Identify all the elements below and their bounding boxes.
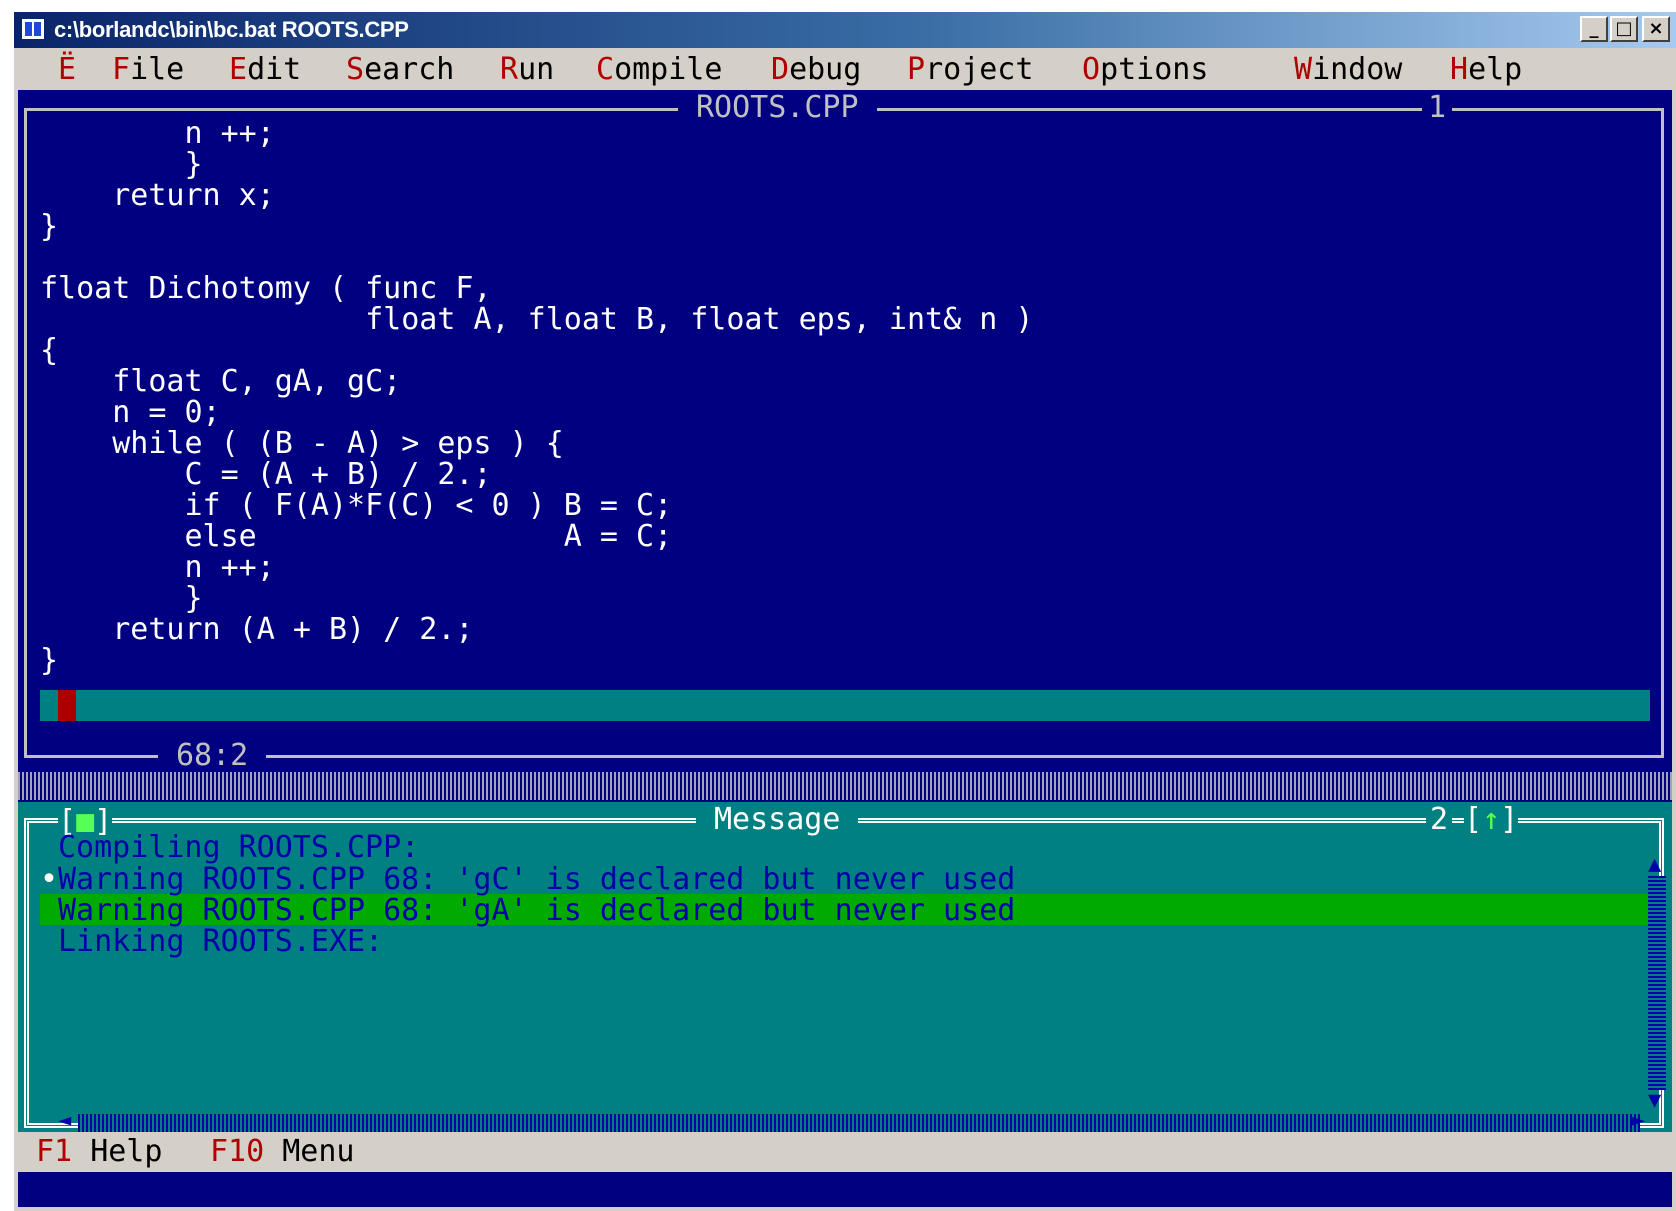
menu-window-label: indow xyxy=(1312,52,1403,87)
current-line-highlight xyxy=(40,690,1650,721)
code-line: n ++; xyxy=(40,116,275,151)
message-title: Message xyxy=(696,802,859,837)
menu-search[interactable]: Search xyxy=(346,52,454,87)
menu-run-label: un xyxy=(518,52,555,87)
menu-file[interactable]: File xyxy=(112,52,184,87)
code-line: return (A + B) / 2.; xyxy=(40,612,474,647)
horizontal-scrollbar[interactable] xyxy=(78,1114,1640,1132)
menu-compile-label: ompile xyxy=(614,52,723,87)
code-line: C = (A + B) / 2.; xyxy=(40,457,492,492)
menu-project-label: roject xyxy=(925,52,1034,87)
menu-compile-hotkey: C xyxy=(596,52,615,87)
status-menu-label: Menu xyxy=(282,1134,355,1169)
close-button[interactable]: × xyxy=(1642,16,1670,42)
code-line: float A, float B, float eps, int& n ) xyxy=(40,302,1034,337)
menu-compile[interactable]: Compile xyxy=(596,52,722,87)
system-menu[interactable]: Ë xyxy=(58,52,76,87)
status-help-key: F1 xyxy=(36,1134,73,1169)
message-line[interactable]: Compiling ROOTS.CPP: xyxy=(58,830,419,865)
editor-window[interactable]: ROOTS.CPP 1 n ++; } return x; } float Di… xyxy=(18,90,1672,773)
maximize-button[interactable]: □ xyxy=(1610,16,1638,42)
menu-options-label: ptions xyxy=(1100,52,1209,87)
menu-debug[interactable]: Debug xyxy=(771,52,861,87)
code-line: else A = C; xyxy=(40,519,673,554)
code-line: } xyxy=(40,581,203,616)
menu-edit[interactable]: Edit xyxy=(229,52,301,87)
code-line: if ( F(A)*F(C) < 0 ) B = C; xyxy=(40,488,673,523)
status-menu-key: F10 xyxy=(210,1134,265,1169)
menu-run-hotkey: R xyxy=(500,52,519,87)
code-line: } xyxy=(40,147,203,182)
menu-options[interactable]: Options xyxy=(1082,52,1208,87)
code-line: } xyxy=(40,209,59,244)
zoom-box[interactable]: [↑] xyxy=(1464,802,1519,837)
menu-options-hotkey: O xyxy=(1082,52,1101,87)
scroll-down-arrow-icon[interactable]: ▼ xyxy=(1648,1088,1661,1113)
code-line: { xyxy=(40,333,59,368)
message-line-selected[interactable]: Warning ROOTS.CPP 68: 'gC' is declared b… xyxy=(58,862,1015,897)
code-line: float Dichotomy ( func F, xyxy=(40,271,492,306)
menu-search-hotkey: S xyxy=(346,52,365,87)
menu-edit-label: dit xyxy=(247,52,302,87)
menu-run[interactable]: Run xyxy=(500,52,554,87)
menu-debug-label: ebug xyxy=(789,52,862,87)
status-bar: F1 Help F10 Menu xyxy=(18,1132,1672,1172)
scroll-left-arrow-icon[interactable]: ◄ xyxy=(58,1108,71,1133)
code-line: n ++; xyxy=(40,550,275,585)
menu-window-hotkey: W xyxy=(1294,52,1313,87)
scroll-right-arrow-icon[interactable]: ► xyxy=(1632,1108,1645,1133)
message-window-number: 2 xyxy=(1426,802,1453,837)
vertical-scrollbar[interactable] xyxy=(1648,876,1666,1090)
menu-window[interactable]: Window xyxy=(1294,52,1402,87)
minimize-button[interactable]: _ xyxy=(1580,16,1608,42)
menu-help-label: elp xyxy=(1468,52,1523,87)
menu-edit-hotkey: E xyxy=(229,52,248,87)
message-line[interactable]: Linking ROOTS.EXE: xyxy=(58,924,383,959)
message-window[interactable]: [■] Message 2 [↑] Compiling ROOTS.CPP: •… xyxy=(18,802,1672,1133)
menu-file-hotkey: F xyxy=(112,52,131,87)
scroll-up-arrow-icon[interactable]: ▲ xyxy=(1648,852,1661,877)
code-line: while ( (B - A) > eps ) { xyxy=(40,426,564,461)
ide-screen: Ë File Edit Search Run Compile Debug Pro… xyxy=(18,50,1672,1207)
code-line: n = 0; xyxy=(40,395,221,430)
title-bar[interactable]: c:\borlandc\bin\bc.bat ROOTS.CPP _ □ × xyxy=(14,12,1676,48)
menu-bar: Ë File Edit Search Run Compile Debug Pro… xyxy=(18,50,1672,90)
menu-help-hotkey: H xyxy=(1450,52,1469,87)
menu-help[interactable]: Help xyxy=(1450,52,1522,87)
menu-search-label: earch xyxy=(364,52,455,87)
status-menu[interactable]: F10 Menu xyxy=(210,1134,355,1169)
app-icon[interactable] xyxy=(20,17,46,41)
message-line[interactable]: Warning ROOTS.CPP 68: 'gA' is declared b… xyxy=(58,893,1015,928)
menu-debug-hotkey: D xyxy=(771,52,790,87)
dos-window: c:\borlandc\bin\bc.bat ROOTS.CPP _ □ × Ë… xyxy=(14,12,1676,1211)
code-area[interactable]: n ++; } return x; } float Dichotomy ( fu… xyxy=(40,118,1033,676)
message-bullet: • xyxy=(40,862,59,897)
desktop-background xyxy=(18,772,1672,800)
menu-file-label: ile xyxy=(130,52,185,87)
window-title: c:\borlandc\bin\bc.bat ROOTS.CPP xyxy=(54,17,409,42)
cursor-position: 68:2 xyxy=(158,738,267,773)
text-cursor xyxy=(58,690,76,721)
code-line: } xyxy=(40,643,59,678)
menu-project-hotkey: P xyxy=(907,52,926,87)
editor-window-number: 1 xyxy=(1422,90,1453,125)
code-line: float C, gA, gC; xyxy=(40,364,402,399)
menu-project[interactable]: Project xyxy=(907,52,1033,87)
status-help[interactable]: F1 Help xyxy=(36,1134,162,1169)
code-line: return x; xyxy=(40,178,275,213)
status-help-label: Help xyxy=(90,1134,163,1169)
